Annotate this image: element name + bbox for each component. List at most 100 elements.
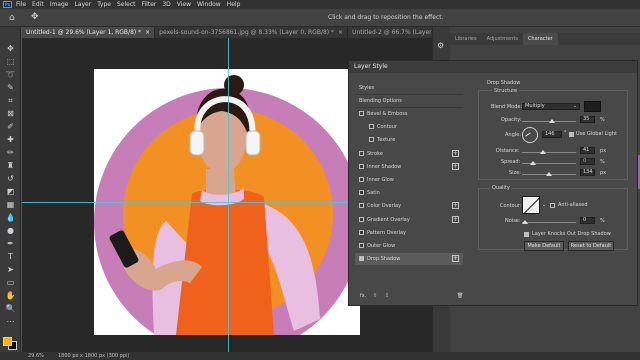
menu-image[interactable]: Image <box>50 1 69 8</box>
effect-item[interactable]: Inner Glow <box>355 174 463 186</box>
knockout-checkbox[interactable] <box>524 232 529 237</box>
chevron-down-icon[interactable]: ⌄ <box>542 202 546 208</box>
noise-input[interactable]: 0 <box>580 217 595 224</box>
reset-default-button[interactable]: Reset to Default <box>568 241 614 251</box>
move-up-icon[interactable]: ⇧ <box>373 293 377 299</box>
global-light-checkbox[interactable] <box>569 132 574 137</box>
move-icon[interactable]: ✥ <box>4 43 17 54</box>
menu-file[interactable]: File <box>16 1 26 8</box>
effect-item[interactable]: Drop Shadow + <box>355 253 463 266</box>
size-thumb[interactable] <box>546 172 552 176</box>
pen-icon[interactable]: ✒ <box>4 238 17 249</box>
type-icon[interactable]: T <box>4 251 17 262</box>
path-select-icon[interactable]: ➤ <box>4 264 17 275</box>
effect-checkbox[interactable] <box>359 203 364 209</box>
styles-item[interactable]: Styles <box>355 82 463 94</box>
spread-thumb[interactable] <box>530 161 536 165</box>
doc-tab-2[interactable]: pexels-sound-on-3756861.jpg @ 8.33% (Lay… <box>155 27 349 38</box>
add-effect-icon[interactable]: + <box>452 255 459 263</box>
add-effect-icon[interactable]: + <box>452 215 459 223</box>
hand-icon[interactable]: ✋ <box>4 290 17 301</box>
home-icon[interactable]: ⌂ <box>9 13 15 23</box>
effect-checkbox[interactable] <box>359 190 364 196</box>
menu-select[interactable]: Select <box>117 1 136 8</box>
move-tool-icon[interactable]: ✥ <box>31 12 39 22</box>
tab-libraries[interactable]: Libraries <box>450 33 482 45</box>
tab-character[interactable]: Character <box>522 33 558 45</box>
doc-tab-1[interactable]: Untitled-1 @ 29.6% (Layer 1, RGB/8) * × <box>22 27 156 38</box>
stamp-icon[interactable]: ♜ <box>4 160 17 171</box>
menu-layer[interactable]: Layer <box>74 1 91 8</box>
effect-item[interactable]: Texture <box>355 134 463 146</box>
zoom-icon[interactable]: 🔍 <box>4 303 17 314</box>
add-effect-icon[interactable]: + <box>452 162 459 170</box>
effect-item[interactable]: Gradient Overlay + <box>355 214 463 226</box>
anti-aliased-checkbox[interactable] <box>550 203 555 208</box>
dodge-icon[interactable]: ● <box>4 225 17 236</box>
more-tools-icon[interactable]: ⋯ <box>4 316 17 327</box>
shadow-color-swatch[interactable] <box>584 101 601 112</box>
menu-view[interactable]: View <box>177 1 191 8</box>
menu-3d[interactable]: 3D <box>162 1 170 8</box>
blur-icon[interactable]: 💧 <box>4 212 17 223</box>
blend-mode-select[interactable]: Multiply ⌄ <box>522 103 580 110</box>
effect-item[interactable]: Contour <box>355 121 463 133</box>
move-down-icon[interactable]: ⇩ <box>385 293 389 299</box>
crop-icon[interactable]: ⌗ <box>4 95 17 106</box>
menu-type[interactable]: Type <box>97 1 111 8</box>
history-brush-icon[interactable]: ↺ <box>4 173 17 184</box>
opacity-thumb[interactable] <box>549 119 555 123</box>
brush-icon[interactable]: ✏ <box>4 147 17 158</box>
effect-checkbox[interactable] <box>359 256 364 262</box>
vertical-guide[interactable] <box>228 38 229 352</box>
effect-checkbox[interactable] <box>359 150 364 156</box>
make-default-button[interactable]: Make Default <box>524 241 564 251</box>
effect-item[interactable]: Outer Glow <box>355 240 463 252</box>
menu-edit[interactable]: Edit <box>32 1 44 8</box>
lasso-icon[interactable]: ➰ <box>4 69 17 80</box>
noise-slider[interactable] <box>522 222 576 223</box>
effect-checkbox[interactable] <box>359 177 364 182</box>
properties-icon[interactable]: ⚙ <box>437 41 444 50</box>
fx-icon[interactable]: fx. <box>360 293 366 299</box>
add-effect-icon[interactable]: + <box>452 202 459 210</box>
tab-adjustments[interactable]: Adjustments <box>482 33 523 45</box>
distance-slider[interactable] <box>522 152 576 153</box>
noise-thumb[interactable] <box>522 220 528 224</box>
distance-input[interactable]: 41 <box>580 147 595 154</box>
trash-icon[interactable]: 🗑 <box>457 293 463 299</box>
effect-checkbox[interactable] <box>359 216 364 222</box>
quick-select-icon[interactable]: ✎ <box>4 82 17 93</box>
menu-help[interactable]: Help <box>227 1 241 8</box>
close-icon[interactable]: × <box>145 29 150 36</box>
effect-item[interactable]: Pattern Overlay <box>355 227 463 239</box>
add-effect-icon[interactable]: + <box>452 149 459 157</box>
zoom-readout[interactable]: 29.6% <box>28 353 44 359</box>
opacity-input[interactable]: 35 <box>580 116 595 123</box>
eraser-icon[interactable]: ◩ <box>4 186 17 197</box>
frame-icon[interactable]: ⊠ <box>4 108 17 119</box>
effect-item[interactable]: Color Overlay + <box>355 200 463 212</box>
eyedropper-icon[interactable]: ✐ <box>4 121 17 132</box>
effect-checkbox[interactable] <box>359 163 364 169</box>
angle-dial[interactable] <box>522 127 538 143</box>
effect-item[interactable]: Satin <box>355 187 463 199</box>
effect-checkbox[interactable] <box>359 243 364 248</box>
size-input[interactable]: 134 <box>580 169 595 176</box>
foreground-color-swatch[interactable] <box>3 337 12 346</box>
effect-checkbox[interactable] <box>359 229 364 235</box>
spread-input[interactable]: 0 <box>580 158 595 165</box>
gradient-icon[interactable]: ▦ <box>4 199 17 210</box>
healing-icon[interactable]: ✚ <box>4 134 17 145</box>
blending-options-item[interactable]: Blending Options <box>355 95 463 107</box>
effect-item[interactable]: Inner Shadow + <box>355 161 463 173</box>
effect-checkbox[interactable] <box>369 124 374 130</box>
menu-window[interactable]: Window <box>197 1 221 8</box>
close-icon[interactable]: × <box>338 29 343 36</box>
effect-checkbox[interactable] <box>359 111 364 116</box>
contour-picker[interactable] <box>522 196 540 214</box>
effect-checkbox[interactable] <box>369 137 374 143</box>
distance-thumb[interactable] <box>540 150 546 154</box>
marquee-icon[interactable]: ⬚ <box>4 56 17 67</box>
effect-item[interactable]: Bevel & Emboss <box>355 108 463 120</box>
